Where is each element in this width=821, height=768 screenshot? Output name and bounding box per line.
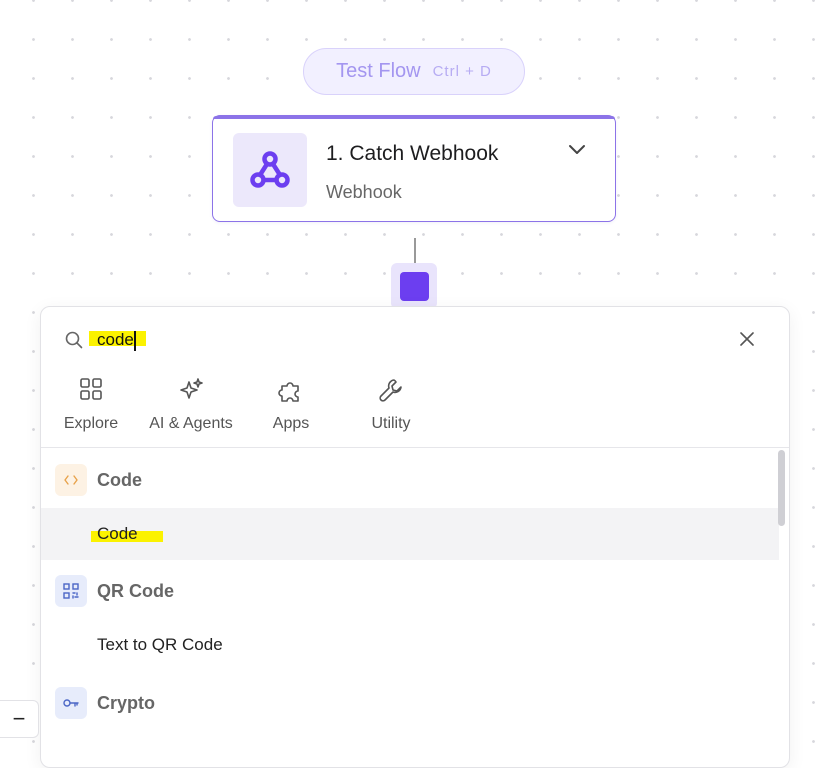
add-step-node[interactable] (391, 263, 437, 309)
close-icon[interactable] (740, 332, 754, 351)
test-flow-label: Test Flow (336, 60, 421, 82)
tab-ai-agents-label: AI & Agents (149, 415, 233, 432)
tab-apps-label: Apps (272, 415, 310, 432)
test-flow-shortcut: Ctrl + D (432, 63, 492, 80)
tab-explore[interactable]: Explore (41, 377, 141, 433)
text-caret (134, 331, 136, 351)
key-icon (55, 687, 87, 719)
step-card-catch-webhook[interactable]: 1. Catch Webhook Webhook (212, 115, 616, 222)
group-header-crypto: Crypto (41, 675, 779, 731)
tab-utility[interactable]: Utility (341, 377, 441, 433)
tab-ai-agents[interactable]: AI & Agents (141, 377, 241, 433)
tab-explore-label: Explore (63, 415, 119, 432)
chevron-down-icon[interactable] (567, 142, 587, 161)
step-picker-panel: code Explore AI & Agents Apps Utility Co… (40, 306, 790, 768)
wrench-icon (341, 377, 441, 405)
group-label-code: Code (97, 469, 142, 490)
webhook-icon (233, 133, 307, 207)
step-card-accent-bar (213, 116, 615, 119)
category-tabs: Explore AI & Agents Apps Utility (41, 377, 789, 447)
results-list: Code Code QR Code Text to QR Code Crypto (41, 448, 779, 767)
search-input[interactable]: code (97, 330, 134, 350)
tab-apps[interactable]: Apps (241, 377, 341, 433)
test-flow-button[interactable]: Test Flow Ctrl + D (303, 48, 525, 95)
list-item-code[interactable]: Code (41, 508, 779, 560)
group-header-qr-code: QR Code (41, 563, 779, 619)
tab-utility-label: Utility (371, 415, 411, 432)
qr-code-icon (55, 575, 87, 607)
group-label-qr-code: QR Code (97, 580, 175, 601)
list-item-label: Code (97, 524, 138, 543)
group-label-crypto: Crypto (97, 692, 155, 713)
search-bar (65, 329, 765, 353)
sparkle-icon (141, 377, 241, 405)
group-header-code: Code (41, 452, 779, 508)
search-icon (65, 331, 83, 354)
connector-line (414, 238, 416, 264)
zoom-out-button[interactable]: − (0, 700, 39, 738)
scrollbar[interactable] (778, 450, 785, 526)
list-item-label: Text to QR Code (97, 635, 223, 654)
grid-icon (41, 377, 141, 405)
step-subtitle: Webhook (326, 182, 402, 202)
list-item-text-to-qr-code[interactable]: Text to QR Code (41, 619, 779, 671)
code-icon (55, 464, 87, 496)
puzzle-icon (241, 377, 341, 405)
step-title: 1. Catch Webhook (326, 142, 499, 165)
